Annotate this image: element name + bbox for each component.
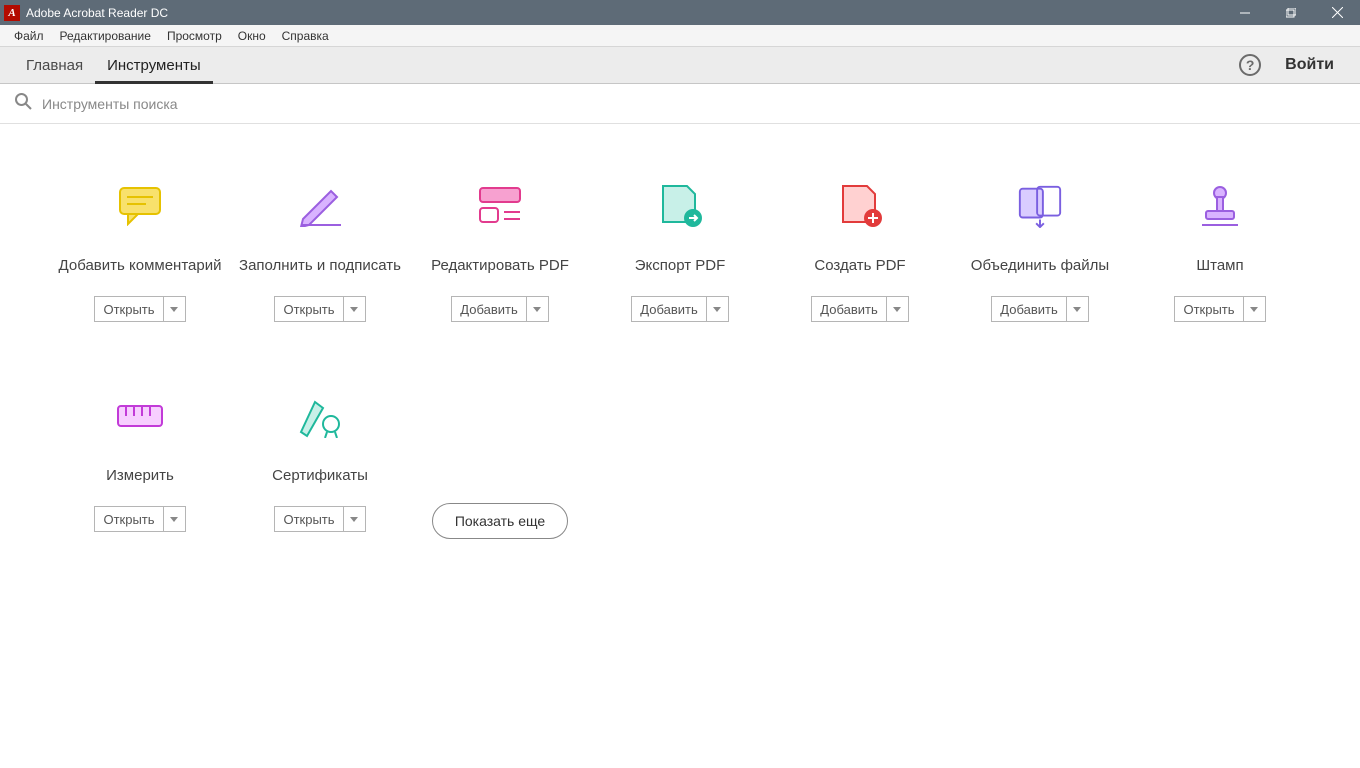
menu-file[interactable]: Файл <box>6 29 52 43</box>
cert-icon <box>296 392 344 440</box>
maximize-button[interactable] <box>1268 0 1314 25</box>
menu-view[interactable]: Просмотр <box>159 29 230 43</box>
combine-icon <box>1016 182 1064 230</box>
minimize-button[interactable] <box>1222 0 1268 25</box>
chevron-down-icon[interactable] <box>1243 297 1265 321</box>
ruler-icon <box>116 392 164 440</box>
window-title: Adobe Acrobat Reader DC <box>26 6 1222 20</box>
searchbar <box>0 84 1360 124</box>
tool-action-button[interactable]: Открыть <box>274 296 365 322</box>
tool-action-button[interactable]: Открыть <box>274 506 365 532</box>
tool-action-button[interactable]: Добавить <box>451 296 548 322</box>
search-input[interactable] <box>42 96 442 112</box>
tool-export-pdf[interactable]: Экспорт PDF Добавить <box>590 174 770 384</box>
tool-certificates[interactable]: Сертификаты Открыть <box>230 384 410 594</box>
tool-action-button[interactable]: Добавить <box>631 296 728 322</box>
close-button[interactable] <box>1314 0 1360 25</box>
tab-tools[interactable]: Инструменты <box>95 47 213 84</box>
tool-label: Добавить комментарий <box>55 244 226 288</box>
tool-label: Создать PDF <box>810 244 909 288</box>
help-icon[interactable]: ? <box>1239 54 1261 76</box>
search-icon <box>14 92 32 115</box>
tool-measure[interactable]: Измерить Открыть <box>50 384 230 594</box>
tool-fill-sign[interactable]: Заполнить и подписать Открыть <box>230 174 410 384</box>
app-icon: A <box>4 5 20 21</box>
tool-label: Штамп <box>1192 244 1247 288</box>
signin-button[interactable]: Войти <box>1285 56 1346 74</box>
show-more-container: Показать еще <box>410 384 590 594</box>
tool-action-button[interactable]: Открыть <box>1174 296 1265 322</box>
menu-help[interactable]: Справка <box>274 29 337 43</box>
comment-icon <box>116 182 164 230</box>
chevron-down-icon[interactable] <box>343 507 365 531</box>
chevron-down-icon[interactable] <box>163 507 185 531</box>
tool-action-button[interactable]: Открыть <box>94 506 185 532</box>
tool-action-button[interactable]: Добавить <box>991 296 1088 322</box>
chevron-down-icon[interactable] <box>343 297 365 321</box>
menu-window[interactable]: Окно <box>230 29 274 43</box>
tool-stamp[interactable]: Штамп Открыть <box>1130 174 1310 384</box>
stamp-icon <box>1196 182 1244 230</box>
tool-create-pdf[interactable]: Создать PDF Добавить <box>770 174 950 384</box>
create-icon <box>836 182 884 230</box>
tool-action-button[interactable]: Открыть <box>94 296 185 322</box>
tool-edit-pdf[interactable]: Редактировать PDF Добавить <box>410 174 590 384</box>
menu-edit[interactable]: Редактирование <box>52 29 159 43</box>
menubar: Файл Редактирование Просмотр Окно Справк… <box>0 25 1360 47</box>
chevron-down-icon[interactable] <box>706 297 728 321</box>
tool-label: Заполнить и подписать <box>235 244 405 288</box>
tool-comment[interactable]: Добавить комментарий Открыть <box>50 174 230 384</box>
tab-home[interactable]: Главная <box>14 47 95 84</box>
tool-label: Объединить файлы <box>967 244 1113 288</box>
tools-grid: Добавить комментарий Открыть Заполнить и… <box>0 124 1360 594</box>
chevron-down-icon[interactable] <box>526 297 548 321</box>
tabbar: Главная Инструменты ? Войти <box>0 47 1360 84</box>
export-icon <box>656 182 704 230</box>
chevron-down-icon[interactable] <box>1066 297 1088 321</box>
tool-label: Редактировать PDF <box>427 244 573 288</box>
tool-label: Измерить <box>102 454 178 498</box>
window-titlebar: A Adobe Acrobat Reader DC <box>0 0 1360 25</box>
pen-icon <box>296 182 344 230</box>
tool-action-button[interactable]: Добавить <box>811 296 908 322</box>
show-more-button[interactable]: Показать еще <box>432 503 568 539</box>
tool-combine[interactable]: Объединить файлы Добавить <box>950 174 1130 384</box>
tool-label: Сертификаты <box>268 454 372 498</box>
chevron-down-icon[interactable] <box>163 297 185 321</box>
tool-label: Экспорт PDF <box>631 244 730 288</box>
chevron-down-icon[interactable] <box>886 297 908 321</box>
edit-icon <box>476 182 524 230</box>
